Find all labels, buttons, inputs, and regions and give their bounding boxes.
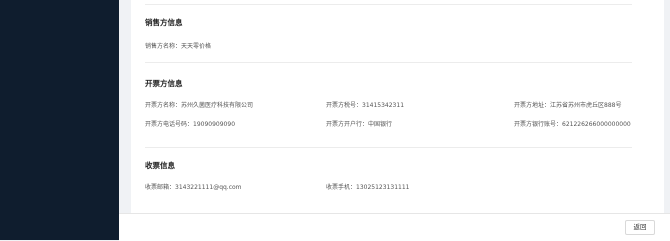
invoice-bank-label: 开票方开户行：	[326, 121, 369, 128]
footer-bar: 返回	[119, 213, 670, 241]
seller-section-title: 销售方信息	[145, 18, 183, 27]
divider	[145, 147, 632, 148]
divider	[145, 62, 632, 63]
receiver-phone-label: 收票手机：	[326, 184, 357, 191]
sidebar	[0, 0, 119, 240]
invoice-phone-label: 开票方电话号码：	[145, 121, 194, 128]
invoice-address-field: 开票方地址：江苏省苏州市虎丘区888号	[514, 100, 621, 109]
invoice-company-value: 苏州久菌医疗科技有限公司	[181, 102, 254, 109]
top-divider	[145, 4, 632, 5]
invoice-account-field: 开票方银行账号：621226266000000000	[514, 119, 631, 128]
receiver-email-value: 3143221111@qq.com	[175, 184, 242, 191]
invoice-company-label: 开票方名称：	[145, 102, 182, 109]
invoice-bank-value: 中国银行	[368, 121, 393, 128]
seller-name-field: 销售方名称：天天零价格	[145, 41, 211, 50]
seller-name-value: 天天零价格	[181, 43, 212, 50]
invoice-phone-value: 19090909090	[193, 121, 236, 128]
receiver-section-title: 收票信息	[145, 161, 175, 170]
invoice-section-title: 开票方信息	[145, 79, 183, 88]
receiver-phone-field: 收票手机：13025123131111	[326, 182, 409, 191]
invoice-tax-value: 31415342311	[362, 102, 405, 109]
invoice-phone-field: 开票方电话号码：19090909090	[145, 119, 235, 128]
receiver-phone-value: 13025123131111	[356, 184, 410, 191]
receiver-email-label: 收票邮箱：	[145, 184, 176, 191]
invoice-company-field: 开票方名称：苏州久菌医疗科技有限公司	[145, 100, 253, 109]
invoice-tax-label: 开票方税号：	[326, 102, 363, 109]
detail-card: 销售方信息 销售方名称：天天零价格 开票方信息 开票方名称：苏州久菌医疗科技有限…	[131, 0, 664, 213]
invoice-address-label: 开票方地址：	[514, 102, 551, 109]
main-content: 销售方信息 销售方名称：天天零价格 开票方信息 开票方名称：苏州久菌医疗科技有限…	[119, 0, 670, 213]
invoice-address-value: 江苏省苏州市虎丘区888号	[550, 102, 622, 109]
invoice-account-label: 开票方银行账号：	[514, 121, 563, 128]
invoice-bank-field: 开票方开户行：中国银行	[326, 119, 392, 128]
back-button[interactable]: 返回	[625, 220, 655, 235]
invoice-account-value: 621226266000000000	[562, 121, 631, 128]
invoice-tax-field: 开票方税号：31415342311	[326, 100, 404, 109]
seller-name-label: 销售方名称：	[145, 43, 182, 50]
receiver-email-field: 收票邮箱：3143221111@qq.com	[145, 182, 242, 191]
